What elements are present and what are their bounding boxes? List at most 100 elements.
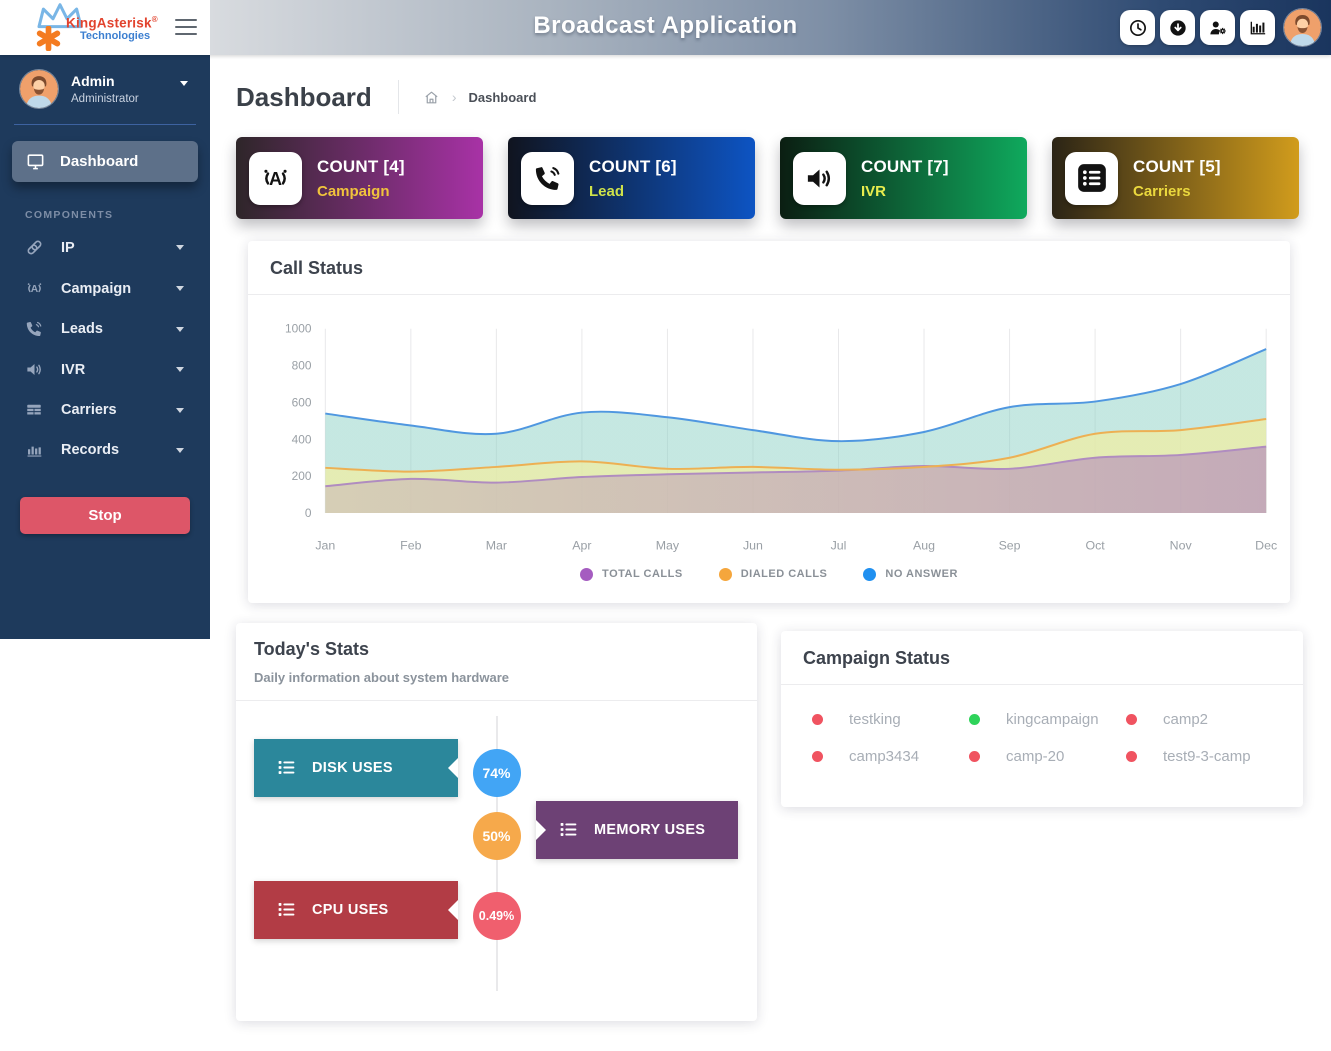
- broadcast-tower-icon: A: [249, 152, 302, 205]
- brand-logo[interactable]: KingAsterisk® Technologies: [0, 0, 210, 55]
- svg-text:Feb: Feb: [400, 539, 421, 553]
- stat-label: DISK USES: [312, 760, 393, 776]
- download-button[interactable]: [1160, 10, 1195, 45]
- campaign-status-card: Campaign Status testking kingcampaign ca…: [781, 631, 1303, 807]
- phone-volume-icon: [25, 320, 45, 338]
- menu-toggle-icon[interactable]: [175, 19, 197, 40]
- user-name: Admin: [71, 73, 139, 89]
- count-card-ivr[interactable]: COUNT [7] IVR: [780, 137, 1027, 219]
- arrow-circle-down-icon: [1168, 18, 1188, 38]
- svg-text:1000: 1000: [285, 322, 312, 336]
- svg-text:Dec: Dec: [1255, 539, 1277, 553]
- chevron-down-icon: [176, 286, 184, 291]
- home-icon[interactable]: [423, 89, 440, 106]
- legend-dot: [580, 568, 593, 581]
- components-section-label: COMPONENTS: [25, 209, 210, 221]
- stop-button[interactable]: Stop: [20, 497, 190, 534]
- breadcrumb: Dashboard › Dashboard: [236, 78, 1303, 116]
- count-value: COUNT [4]: [317, 157, 405, 177]
- chart-legend: TOTAL CALLS DIALED CALLS NO ANSWER: [248, 558, 1290, 603]
- legend-item-dialed-calls: DIALED CALLS: [719, 568, 828, 581]
- svg-text:600: 600: [292, 395, 312, 409]
- sidebar-item-ip[interactable]: IP: [0, 227, 210, 268]
- table-icon: [25, 401, 45, 419]
- sidebar-item-leads[interactable]: Leads: [0, 309, 210, 349]
- disk-usage-value: 74%: [473, 749, 521, 797]
- legend-dot: [863, 568, 876, 581]
- status-dot: [1126, 751, 1137, 762]
- status-dot: [969, 751, 980, 762]
- svg-text:Apr: Apr: [572, 539, 591, 553]
- status-dot: [812, 751, 823, 762]
- count-cards-row: A COUNT [4] Campaign: [236, 137, 1303, 219]
- sidebar-item-label: Carriers: [61, 402, 117, 418]
- page-title: Dashboard: [236, 82, 372, 113]
- list-icon: [1065, 152, 1118, 205]
- profile-avatar[interactable]: [1284, 9, 1321, 46]
- count-card-lead[interactable]: COUNT [6] Lead: [508, 137, 755, 219]
- monitor-icon: [26, 152, 45, 171]
- sidebar-item-label: Campaign: [61, 281, 131, 297]
- sidebar-item-carriers[interactable]: Carriers: [0, 390, 210, 430]
- svg-text:A: A: [31, 284, 39, 295]
- count-value: COUNT [5]: [1133, 157, 1221, 177]
- brand-text: KingAsterisk® Technologies: [66, 16, 158, 42]
- count-card-campaign[interactable]: A COUNT [4] Campaign: [236, 137, 483, 219]
- status-dot: [812, 714, 823, 725]
- sidebar-item-label: Dashboard: [60, 153, 138, 170]
- campaign-item: kingcampaign: [969, 711, 1126, 728]
- campaign-item: test9-3-camp: [1126, 748, 1283, 765]
- svg-text:Jan: Jan: [315, 539, 335, 553]
- hardware-stats-timeline: DISK USES 74% MEMORY USES 5: [236, 701, 757, 1021]
- sidebar: Admin Administrator Dashboard COMPONENTS: [0, 55, 210, 639]
- svg-text:Sep: Sep: [999, 539, 1021, 553]
- asterisk-icon: [36, 26, 61, 51]
- count-name: Lead: [589, 183, 677, 200]
- sidebar-item-records[interactable]: Records: [0, 430, 210, 470]
- todays-stats-subtitle: Daily information about system hardware: [254, 670, 739, 685]
- broadcast-tower-icon: A: [25, 279, 45, 298]
- user-settings-button[interactable]: [1200, 10, 1235, 45]
- status-dot: [969, 714, 980, 725]
- breadcrumb-current: Dashboard: [468, 90, 536, 105]
- campaign-list: testking kingcampaign camp2 camp3434: [781, 685, 1303, 807]
- sidebar-item-label: IP: [61, 240, 75, 256]
- legend-item-no-answer: NO ANSWER: [863, 568, 958, 581]
- cpu-usage-value: 0.49%: [473, 892, 521, 940]
- svg-text:200: 200: [292, 469, 312, 483]
- app-title: Broadcast Application: [533, 12, 797, 40]
- sidebar-item-label: Leads: [61, 321, 103, 337]
- chevron-down-icon: [176, 245, 184, 250]
- stat-label: CPU USES: [312, 902, 389, 918]
- clock-button[interactable]: [1120, 10, 1155, 45]
- list-icon: [558, 819, 579, 840]
- todays-stats-card: Today's Stats Daily information about sy…: [236, 623, 757, 1021]
- breadcrumb-divider: [398, 80, 399, 114]
- memory-usage-value: 50%: [473, 812, 521, 860]
- memory-uses-box: MEMORY USES: [536, 801, 738, 859]
- count-name: IVR: [861, 183, 949, 200]
- svg-text:A: A: [269, 168, 282, 188]
- avatar-image: [1284, 9, 1321, 46]
- svg-text:800: 800: [292, 359, 312, 373]
- campaign-item: camp3434: [812, 748, 969, 765]
- count-value: COUNT [7]: [861, 157, 949, 177]
- user-gear-icon: [1208, 18, 1228, 38]
- sidebar-item-ivr[interactable]: IVR: [0, 349, 210, 390]
- sidebar-item-campaign[interactable]: A Campaign: [0, 268, 210, 309]
- svg-text:400: 400: [292, 432, 312, 446]
- reports-button[interactable]: [1240, 10, 1275, 45]
- todays-stats-title: Today's Stats: [254, 639, 739, 660]
- cpu-uses-box: CPU USES: [254, 881, 458, 939]
- sidebar-item-dashboard[interactable]: Dashboard: [12, 141, 198, 182]
- legend-item-total-calls: TOTAL CALLS: [580, 568, 683, 581]
- sidebar-user-menu[interactable]: Admin Administrator: [0, 55, 210, 122]
- bar-chart-icon: [25, 441, 45, 459]
- main-content: Dashboard › Dashboard A: [210, 55, 1331, 1051]
- count-card-carriers[interactable]: COUNT [5] Carriers: [1052, 137, 1299, 219]
- campaign-item: testking: [812, 711, 969, 728]
- svg-text:Jun: Jun: [743, 539, 763, 553]
- chevron-down-icon: [176, 408, 184, 413]
- sidebar-divider: [14, 124, 196, 125]
- stat-label: MEMORY USES: [594, 822, 705, 838]
